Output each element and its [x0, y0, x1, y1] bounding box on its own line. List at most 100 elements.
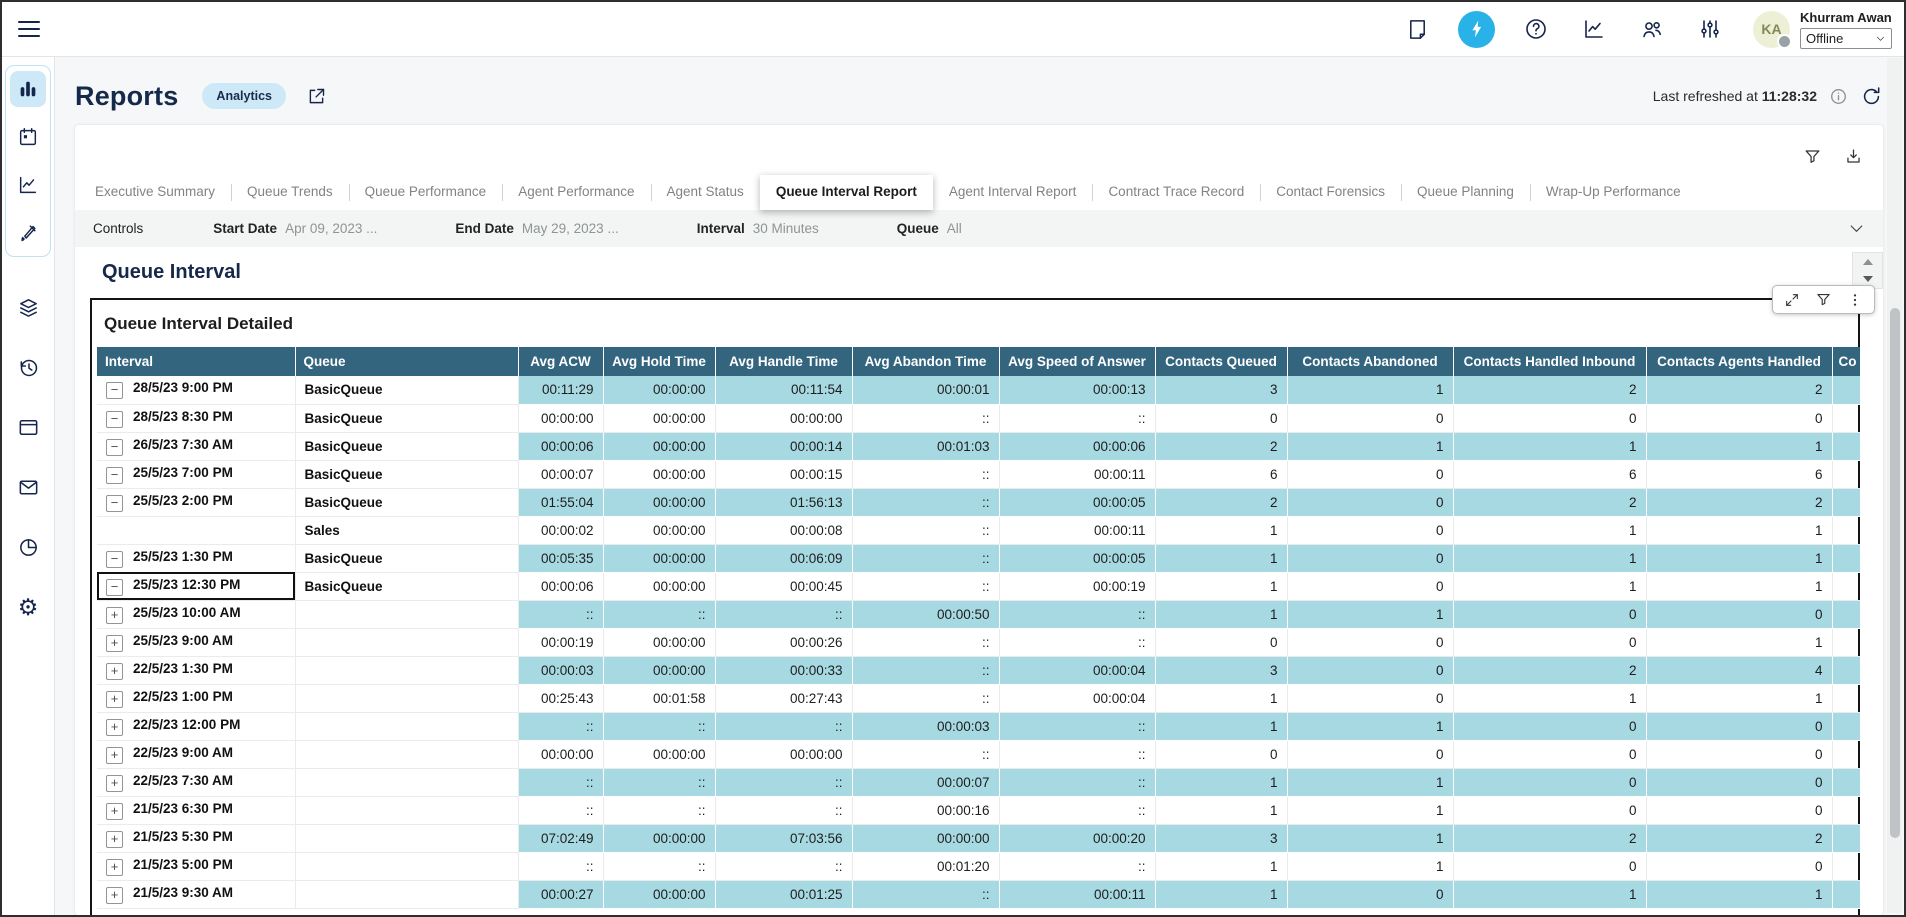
last-refreshed-text: Last refreshed at 11:28:32 — [1653, 88, 1817, 104]
interval-cell[interactable] — [97, 516, 295, 544]
interval-cell[interactable]: +22/5/23 12:00 PM — [97, 712, 295, 740]
collapse-row-icon[interactable]: − — [106, 495, 123, 512]
column-header-avg-handle-time[interactable]: Avg Handle Time — [715, 347, 852, 376]
collapse-row-icon[interactable]: − — [106, 439, 123, 456]
interval-cell[interactable]: +22/5/23 1:30 PM — [97, 656, 295, 684]
more-options-kebab-icon[interactable] — [1847, 292, 1863, 308]
control-queue[interactable]: QueueAll — [897, 221, 962, 236]
interval-cell[interactable]: +22/5/23 1:00 PM — [97, 684, 295, 712]
interval-cell[interactable]: −28/5/23 9:00 PM — [97, 376, 295, 404]
expand-row-icon[interactable]: + — [106, 719, 123, 736]
expand-row-icon[interactable]: + — [106, 663, 123, 680]
interval-cell[interactable]: +22/5/23 7:30 AM — [97, 768, 295, 796]
collapse-row-icon[interactable]: − — [106, 382, 123, 399]
layers-icon[interactable] — [10, 289, 46, 325]
refresh-icon[interactable] — [1860, 85, 1883, 108]
tab-queue-interval-report[interactable]: Queue Interval Report — [760, 175, 933, 210]
help-icon[interactable] — [1524, 17, 1548, 41]
metrics-icon[interactable] — [1582, 17, 1606, 41]
tab-agent-interval-report[interactable]: Agent Interval Report — [933, 175, 1093, 210]
interval-cell[interactable]: +22/5/23 9:00 AM — [97, 740, 295, 768]
interval-cell[interactable]: +21/5/23 5:00 PM — [97, 852, 295, 880]
value-cell: 00:00:01 — [852, 376, 999, 404]
contacts-icon[interactable] — [1640, 17, 1664, 41]
tab-queue-planning[interactable]: Queue Planning — [1401, 175, 1530, 210]
controls-collapse-chevron-icon[interactable] — [1848, 220, 1865, 237]
tab-queue-trends[interactable]: Queue Trends — [231, 175, 349, 210]
tab-agent-performance[interactable]: Agent Performance — [502, 175, 650, 210]
expand-row-icon[interactable]: + — [106, 859, 123, 876]
collapse-row-icon[interactable]: − — [106, 551, 123, 568]
filter-icon[interactable] — [1803, 147, 1822, 166]
expand-row-icon[interactable]: + — [106, 691, 123, 708]
expand-visual-icon[interactable] — [1784, 292, 1800, 308]
expand-row-icon[interactable]: + — [106, 803, 123, 820]
column-header-interval[interactable]: Interval — [97, 347, 295, 376]
column-header-avg-speed-of-answer[interactable]: Avg Speed of Answer — [999, 347, 1155, 376]
value-cell: :: — [999, 768, 1155, 796]
expand-row-icon[interactable]: + — [106, 831, 123, 848]
lightning-icon[interactable] — [1458, 11, 1495, 48]
spin-up-icon[interactable] — [1863, 259, 1873, 265]
visual-filter-icon[interactable] — [1815, 291, 1832, 308]
control-start-date[interactable]: Start DateApr 09, 2023 ... — [213, 221, 377, 236]
settings-sliders-icon[interactable] — [1698, 17, 1722, 41]
download-icon[interactable] — [1844, 147, 1863, 166]
expand-row-icon[interactable]: + — [106, 607, 123, 624]
menu-icon[interactable] — [18, 16, 40, 42]
interval-cell[interactable]: −25/5/23 1:30 PM — [97, 544, 295, 572]
avatar[interactable]: KA — [1753, 11, 1790, 48]
collapse-row-icon[interactable]: − — [106, 411, 123, 428]
expand-row-icon[interactable]: + — [106, 775, 123, 792]
interval-cell[interactable]: +21/5/23 9:30 AM — [97, 880, 295, 908]
column-header-contacts-queued[interactable]: Contacts Queued — [1155, 347, 1287, 376]
calendar-icon[interactable] — [10, 119, 46, 155]
control-end-date[interactable]: End DateMay 29, 2023 ... — [455, 221, 618, 236]
interval-cell[interactable]: −26/5/23 7:30 AM — [97, 432, 295, 460]
interval-cell[interactable]: +25/5/23 9:00 AM — [97, 628, 295, 656]
spin-down-icon[interactable] — [1863, 276, 1873, 282]
tab-executive-summary[interactable]: Executive Summary — [79, 175, 231, 210]
column-header-contacts-abandoned[interactable]: Contacts Abandoned — [1287, 347, 1453, 376]
column-header-avg-hold-time[interactable]: Avg Hold Time — [603, 347, 715, 376]
external-link-icon[interactable] — [306, 86, 327, 107]
line-chart-icon[interactable] — [10, 167, 46, 203]
tab-queue-performance[interactable]: Queue Performance — [349, 175, 503, 210]
expand-row-icon[interactable]: + — [106, 887, 123, 904]
tab-contact-forensics[interactable]: Contact Forensics — [1260, 175, 1401, 210]
notes-icon[interactable] — [1405, 17, 1429, 41]
tab-agent-status[interactable]: Agent Status — [651, 175, 760, 210]
collapse-row-icon[interactable]: − — [106, 467, 123, 484]
column-header-contacts-handled-inbound[interactable]: Contacts Handled Inbound — [1453, 347, 1646, 376]
tab-wrap-up-performance[interactable]: Wrap-Up Performance — [1530, 175, 1697, 210]
gear-icon[interactable]: ⚙ — [10, 589, 46, 625]
interval-cell[interactable]: +25/5/23 10:00 AM — [97, 600, 295, 628]
column-header-avg-abandon-time[interactable]: Avg Abandon Time — [852, 347, 999, 376]
interval-cell[interactable]: −25/5/23 2:00 PM — [97, 488, 295, 516]
info-icon[interactable] — [1829, 87, 1848, 106]
mail-icon[interactable] — [10, 469, 46, 505]
interval-cell[interactable]: +21/5/23 6:30 PM — [97, 796, 295, 824]
history-icon[interactable] — [10, 349, 46, 385]
expand-row-icon[interactable]: + — [106, 635, 123, 652]
column-header-contacts-agents-handled[interactable]: Contacts Agents Handled — [1646, 347, 1832, 376]
collapse-row-icon[interactable]: − — [106, 579, 123, 596]
bar-chart-icon[interactable] — [10, 71, 46, 107]
interval-cell[interactable]: +21/5/23 5:30 PM — [97, 824, 295, 852]
status-select[interactable]: Offline — [1800, 28, 1892, 49]
window-icon[interactable] — [10, 409, 46, 445]
control-interval[interactable]: Interval30 Minutes — [697, 221, 819, 236]
column-header-co[interactable]: Co — [1832, 347, 1860, 376]
page-scrollbar-thumb[interactable] — [1890, 308, 1900, 838]
interval-cell[interactable]: −25/5/23 12:30 PM — [97, 572, 295, 600]
expand-row-icon[interactable]: + — [106, 747, 123, 764]
interval-cell[interactable]: −25/5/23 7:00 PM — [97, 460, 295, 488]
pie-chart-icon[interactable] — [10, 529, 46, 565]
value-cell: 1 — [1646, 628, 1832, 656]
page-scrollbar[interactable] — [1887, 58, 1902, 913]
column-header-avg-acw[interactable]: Avg ACW — [518, 347, 603, 376]
interval-cell[interactable]: −28/5/23 8:30 PM — [97, 404, 295, 432]
tab-contract-trace-record[interactable]: Contract Trace Record — [1092, 175, 1260, 210]
design-icon[interactable] — [10, 215, 46, 251]
column-header-queue[interactable]: Queue — [295, 347, 518, 376]
